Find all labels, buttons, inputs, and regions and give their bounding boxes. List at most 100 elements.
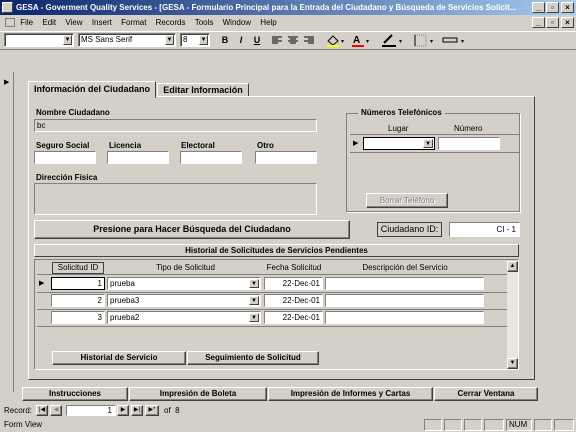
history-row-2-date[interactable]: 22-Dec-01: [264, 294, 323, 307]
citizen-id-label: Ciudadano ID:: [377, 222, 442, 237]
history-scrollbar[interactable]: [507, 261, 518, 369]
phone-header-divider: [350, 134, 519, 135]
menu-window[interactable]: Window: [223, 15, 251, 30]
address-field[interactable]: [34, 183, 317, 215]
chevron-down-icon: ▼: [249, 296, 259, 305]
current-record-arrow-icon: ▶: [4, 79, 10, 86]
ssn-field[interactable]: [34, 151, 96, 164]
align-center-icon[interactable]: [287, 35, 299, 46]
citizen-id-field[interactable]: CI - 1: [449, 222, 520, 237]
instructions-button[interactable]: Instrucciones: [22, 387, 128, 401]
print-ticket-button[interactable]: Impresión de Boleta: [129, 387, 267, 401]
record-selector[interactable]: ▶: [0, 72, 14, 392]
app-icon[interactable]: [2, 2, 13, 13]
num-lock-indicator: NUM: [506, 419, 532, 431]
status-panel: [484, 419, 504, 431]
history-row-1-desc[interactable]: [325, 277, 484, 290]
license-field[interactable]: [107, 151, 169, 164]
print-reports-button[interactable]: Impresión de Informes y Cartas: [268, 387, 433, 401]
form-icon[interactable]: [5, 18, 15, 28]
tab-informacion-ciudadano[interactable]: Información del Ciudadano: [28, 81, 156, 98]
status-text: Form View: [4, 420, 43, 429]
citizen-name-field[interactable]: bc: [34, 119, 317, 132]
next-record-icon[interactable]: ▶: [117, 405, 129, 416]
align-left-icon[interactable]: [271, 35, 283, 46]
line-color-icon[interactable]: ▾: [380, 33, 406, 48]
record-label: Record:: [4, 406, 33, 415]
maximize-button[interactable]: ▫: [546, 2, 559, 13]
align-right-icon[interactable]: [303, 35, 315, 46]
phone-row-arrow-icon: ▶: [353, 140, 359, 147]
close-button[interactable]: ×: [561, 2, 574, 13]
electoral-field[interactable]: [180, 151, 242, 164]
history-row-divider: [37, 292, 508, 293]
font-size-combo[interactable]: 8 ▼: [180, 33, 210, 47]
history-row-divider: [37, 326, 508, 327]
history-row-2-desc[interactable]: [325, 294, 484, 307]
phone-col-number: Número: [454, 124, 483, 133]
special-effect-icon[interactable]: ▾: [441, 33, 471, 48]
menu-file[interactable]: File: [20, 15, 33, 30]
service-history-button[interactable]: Historial de Servicio: [52, 351, 186, 365]
border-width-icon[interactable]: ▾: [413, 33, 439, 48]
last-record-icon[interactable]: ▶|: [131, 405, 143, 416]
chevron-down-icon: ▼: [423, 139, 433, 148]
doc-restore-button[interactable]: ▫: [546, 17, 559, 28]
history-col-desc: Descripción del Servicio: [362, 263, 448, 272]
history-row-1-id[interactable]: 1: [51, 277, 105, 290]
phone-place-combo[interactable]: ▼: [363, 137, 435, 150]
first-record-icon[interactable]: |◀: [36, 405, 48, 416]
underline-button[interactable]: U: [250, 33, 264, 48]
search-citizen-button[interactable]: Presione para Hacer Búsqueda del Ciudada…: [34, 220, 350, 239]
history-col-date: Fecha Solicitud: [266, 263, 322, 272]
window-title: GESA - Goverment Quality Services - [GES…: [16, 3, 517, 12]
menu-tools[interactable]: Tools: [195, 15, 214, 30]
request-followup-button[interactable]: Seguimiento de Solicitud: [187, 351, 319, 365]
license-label: Licencia: [109, 141, 142, 150]
menu-insert[interactable]: Insert: [92, 15, 112, 30]
status-panel: [554, 419, 574, 431]
name-label: Nombre Ciudadano: [36, 108, 110, 117]
font-name-combo[interactable]: MS Sans Serif ▼: [78, 33, 176, 47]
svg-text:A: A: [353, 35, 360, 46]
phones-title: Números Telefónicos: [358, 108, 445, 117]
history-row-1-type[interactable]: prueba ▼: [107, 277, 261, 290]
prev-record-icon[interactable]: ◀: [50, 405, 62, 416]
status-panel: [424, 419, 442, 431]
tab-editar-informacion[interactable]: Editar Información: [157, 83, 249, 97]
svg-text:▾: ▾: [341, 38, 344, 45]
doc-minimize-button[interactable]: _: [532, 17, 545, 28]
menu-records[interactable]: Records: [156, 15, 186, 30]
phone-number-field[interactable]: [438, 137, 500, 150]
history-row-3-desc[interactable]: [325, 311, 484, 324]
history-row-3-id[interactable]: 3: [51, 311, 105, 324]
menu-edit[interactable]: Edit: [42, 15, 56, 30]
svg-text:▾: ▾: [366, 38, 369, 45]
font-color-icon[interactable]: A ▾: [350, 33, 372, 48]
history-col-id: Solicitud ID: [52, 262, 104, 274]
history-row-2-type[interactable]: prueba3 ▼: [107, 294, 261, 307]
title-bar: GESA - Goverment Quality Services - [GES…: [0, 0, 576, 15]
history-row-1-date[interactable]: 22-Dec-01: [264, 277, 323, 290]
italic-button[interactable]: I: [234, 33, 248, 48]
history-row-2-id[interactable]: 2: [51, 294, 105, 307]
history-row-3-date[interactable]: 22-Dec-01: [264, 311, 323, 324]
electoral-label: Electoral: [181, 141, 215, 150]
close-window-button[interactable]: Cerrar Ventana: [434, 387, 538, 401]
menu-format[interactable]: Format: [121, 15, 146, 30]
new-record-icon[interactable]: ▶*: [145, 405, 159, 416]
history-row-3-type[interactable]: prueba2 ▼: [107, 311, 261, 324]
minimize-button[interactable]: _: [532, 2, 545, 13]
object-combo[interactable]: ▼: [4, 33, 74, 47]
record-number-field[interactable]: 1: [66, 405, 116, 416]
other-id-field[interactable]: [255, 151, 317, 164]
phone-row-divider: [350, 152, 519, 153]
menu-view[interactable]: View: [65, 15, 82, 30]
doc-close-button[interactable]: ×: [561, 17, 574, 28]
bold-button[interactable]: B: [218, 33, 232, 48]
delete-phone-button[interactable]: Borrar Teléfono: [366, 193, 448, 208]
scroll-down-icon[interactable]: ▼: [507, 358, 518, 369]
menu-help[interactable]: Help: [260, 15, 276, 30]
fill-color-icon[interactable]: ▾: [325, 33, 347, 48]
scroll-up-icon[interactable]: ▲: [507, 261, 518, 272]
